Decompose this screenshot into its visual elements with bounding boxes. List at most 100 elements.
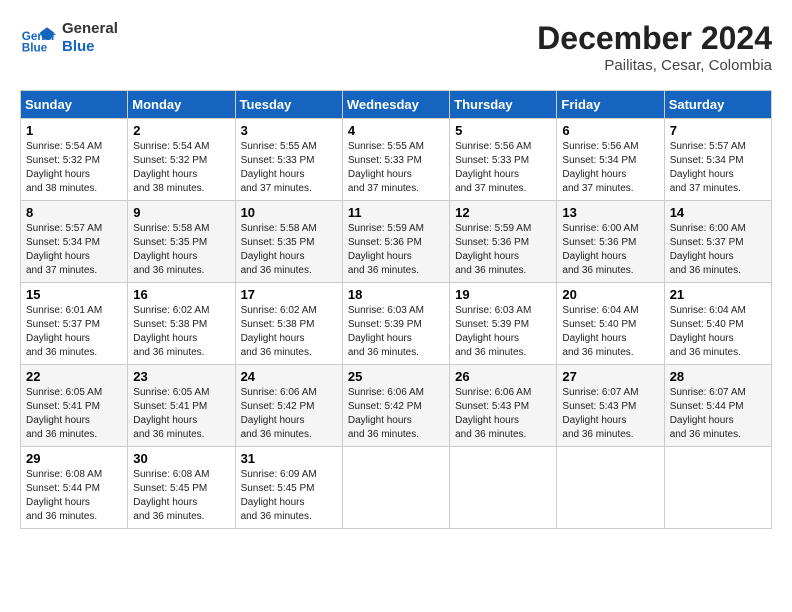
calendar-week-5: 29 Sunrise: 6:08 AM Sunset: 5:44 PM Dayl… — [21, 447, 772, 529]
day-number: 7 — [670, 123, 766, 138]
calendar-cell — [450, 447, 557, 529]
day-number: 15 — [26, 287, 122, 302]
day-number: 4 — [348, 123, 444, 138]
day-number: 5 — [455, 123, 551, 138]
calendar-cell: 5 Sunrise: 5:56 AM Sunset: 5:33 PM Dayli… — [450, 119, 557, 201]
logo-blue: Blue — [62, 38, 118, 56]
day-number: 19 — [455, 287, 551, 302]
calendar-cell: 14 Sunrise: 6:00 AM Sunset: 5:37 PM Dayl… — [664, 201, 771, 283]
day-number: 22 — [26, 369, 122, 384]
day-detail: Sunrise: 6:02 AM Sunset: 5:38 PM Dayligh… — [133, 304, 229, 360]
weekday-header-saturday: Saturday — [664, 91, 771, 119]
day-detail: Sunrise: 6:07 AM Sunset: 5:44 PM Dayligh… — [670, 386, 766, 442]
calendar-cell: 6 Sunrise: 5:56 AM Sunset: 5:34 PM Dayli… — [557, 119, 664, 201]
day-number: 18 — [348, 287, 444, 302]
day-number: 16 — [133, 287, 229, 302]
day-number: 11 — [348, 205, 444, 220]
day-detail: Sunrise: 6:08 AM Sunset: 5:45 PM Dayligh… — [133, 468, 229, 524]
calendar-cell: 7 Sunrise: 5:57 AM Sunset: 5:34 PM Dayli… — [664, 119, 771, 201]
day-detail: Sunrise: 5:58 AM Sunset: 5:35 PM Dayligh… — [241, 222, 337, 278]
day-detail: Sunrise: 6:09 AM Sunset: 5:45 PM Dayligh… — [241, 468, 337, 524]
day-number: 26 — [455, 369, 551, 384]
day-number: 9 — [133, 205, 229, 220]
calendar-cell: 27 Sunrise: 6:07 AM Sunset: 5:43 PM Dayl… — [557, 365, 664, 447]
day-detail: Sunrise: 5:54 AM Sunset: 5:32 PM Dayligh… — [26, 140, 122, 196]
calendar-cell: 2 Sunrise: 5:54 AM Sunset: 5:32 PM Dayli… — [128, 119, 235, 201]
weekday-header-sunday: Sunday — [21, 91, 128, 119]
calendar-week-2: 8 Sunrise: 5:57 AM Sunset: 5:34 PM Dayli… — [21, 201, 772, 283]
day-number: 24 — [241, 369, 337, 384]
calendar-cell: 26 Sunrise: 6:06 AM Sunset: 5:43 PM Dayl… — [450, 365, 557, 447]
day-detail: Sunrise: 6:04 AM Sunset: 5:40 PM Dayligh… — [562, 304, 658, 360]
day-number: 28 — [670, 369, 766, 384]
day-detail: Sunrise: 6:03 AM Sunset: 5:39 PM Dayligh… — [348, 304, 444, 360]
calendar-cell: 17 Sunrise: 6:02 AM Sunset: 5:38 PM Dayl… — [235, 283, 342, 365]
day-number: 20 — [562, 287, 658, 302]
day-number: 10 — [241, 205, 337, 220]
calendar-cell: 21 Sunrise: 6:04 AM Sunset: 5:40 PM Dayl… — [664, 283, 771, 365]
logo-icon: General Blue — [20, 20, 56, 56]
day-detail: Sunrise: 6:05 AM Sunset: 5:41 PM Dayligh… — [26, 386, 122, 442]
day-detail: Sunrise: 6:00 AM Sunset: 5:36 PM Dayligh… — [562, 222, 658, 278]
title-block: December 2024 Pailitas, Cesar, Colombia — [537, 20, 772, 74]
day-detail: Sunrise: 6:03 AM Sunset: 5:39 PM Dayligh… — [455, 304, 551, 360]
day-number: 30 — [133, 451, 229, 466]
day-number: 23 — [133, 369, 229, 384]
calendar-cell: 12 Sunrise: 5:59 AM Sunset: 5:36 PM Dayl… — [450, 201, 557, 283]
logo-general: General — [62, 20, 118, 38]
calendar-cell: 16 Sunrise: 6:02 AM Sunset: 5:38 PM Dayl… — [128, 283, 235, 365]
day-detail: Sunrise: 5:58 AM Sunset: 5:35 PM Dayligh… — [133, 222, 229, 278]
calendar-cell: 3 Sunrise: 5:55 AM Sunset: 5:33 PM Dayli… — [235, 119, 342, 201]
calendar-cell: 1 Sunrise: 5:54 AM Sunset: 5:32 PM Dayli… — [21, 119, 128, 201]
logo: General Blue General Blue — [20, 20, 118, 56]
calendar-cell: 4 Sunrise: 5:55 AM Sunset: 5:33 PM Dayli… — [342, 119, 449, 201]
day-detail: Sunrise: 6:08 AM Sunset: 5:44 PM Dayligh… — [26, 468, 122, 524]
location: Pailitas, Cesar, Colombia — [537, 57, 772, 74]
calendar-week-3: 15 Sunrise: 6:01 AM Sunset: 5:37 PM Dayl… — [21, 283, 772, 365]
day-detail: Sunrise: 5:57 AM Sunset: 5:34 PM Dayligh… — [670, 140, 766, 196]
day-number: 12 — [455, 205, 551, 220]
day-detail: Sunrise: 5:55 AM Sunset: 5:33 PM Dayligh… — [241, 140, 337, 196]
weekday-header-tuesday: Tuesday — [235, 91, 342, 119]
day-detail: Sunrise: 6:06 AM Sunset: 5:42 PM Dayligh… — [241, 386, 337, 442]
weekday-header-wednesday: Wednesday — [342, 91, 449, 119]
day-detail: Sunrise: 6:06 AM Sunset: 5:42 PM Dayligh… — [348, 386, 444, 442]
day-number: 6 — [562, 123, 658, 138]
weekday-header-monday: Monday — [128, 91, 235, 119]
calendar-cell: 31 Sunrise: 6:09 AM Sunset: 5:45 PM Dayl… — [235, 447, 342, 529]
calendar-cell: 25 Sunrise: 6:06 AM Sunset: 5:42 PM Dayl… — [342, 365, 449, 447]
calendar-cell: 8 Sunrise: 5:57 AM Sunset: 5:34 PM Dayli… — [21, 201, 128, 283]
day-number: 13 — [562, 205, 658, 220]
day-detail: Sunrise: 6:04 AM Sunset: 5:40 PM Dayligh… — [670, 304, 766, 360]
calendar-cell: 11 Sunrise: 5:59 AM Sunset: 5:36 PM Dayl… — [342, 201, 449, 283]
day-detail: Sunrise: 5:59 AM Sunset: 5:36 PM Dayligh… — [348, 222, 444, 278]
calendar-cell — [557, 447, 664, 529]
day-number: 3 — [241, 123, 337, 138]
day-number: 2 — [133, 123, 229, 138]
day-detail: Sunrise: 6:06 AM Sunset: 5:43 PM Dayligh… — [455, 386, 551, 442]
calendar-cell: 24 Sunrise: 6:06 AM Sunset: 5:42 PM Dayl… — [235, 365, 342, 447]
day-detail: Sunrise: 6:00 AM Sunset: 5:37 PM Dayligh… — [670, 222, 766, 278]
day-number: 8 — [26, 205, 122, 220]
day-detail: Sunrise: 6:05 AM Sunset: 5:41 PM Dayligh… — [133, 386, 229, 442]
calendar-table: SundayMondayTuesdayWednesdayThursdayFrid… — [20, 90, 772, 529]
calendar-cell: 15 Sunrise: 6:01 AM Sunset: 5:37 PM Dayl… — [21, 283, 128, 365]
calendar-cell: 19 Sunrise: 6:03 AM Sunset: 5:39 PM Dayl… — [450, 283, 557, 365]
weekday-header-thursday: Thursday — [450, 91, 557, 119]
day-detail: Sunrise: 5:59 AM Sunset: 5:36 PM Dayligh… — [455, 222, 551, 278]
day-detail: Sunrise: 6:07 AM Sunset: 5:43 PM Dayligh… — [562, 386, 658, 442]
month-title: December 2024 — [537, 20, 772, 57]
day-number: 14 — [670, 205, 766, 220]
calendar-cell — [664, 447, 771, 529]
day-number: 29 — [26, 451, 122, 466]
calendar-week-4: 22 Sunrise: 6:05 AM Sunset: 5:41 PM Dayl… — [21, 365, 772, 447]
calendar-week-1: 1 Sunrise: 5:54 AM Sunset: 5:32 PM Dayli… — [21, 119, 772, 201]
day-number: 17 — [241, 287, 337, 302]
day-detail: Sunrise: 6:02 AM Sunset: 5:38 PM Dayligh… — [241, 304, 337, 360]
calendar-cell: 28 Sunrise: 6:07 AM Sunset: 5:44 PM Dayl… — [664, 365, 771, 447]
calendar-cell: 29 Sunrise: 6:08 AM Sunset: 5:44 PM Dayl… — [21, 447, 128, 529]
day-detail: Sunrise: 5:55 AM Sunset: 5:33 PM Dayligh… — [348, 140, 444, 196]
page-header: General Blue General Blue December 2024 … — [20, 20, 772, 74]
calendar-cell — [342, 447, 449, 529]
day-number: 27 — [562, 369, 658, 384]
